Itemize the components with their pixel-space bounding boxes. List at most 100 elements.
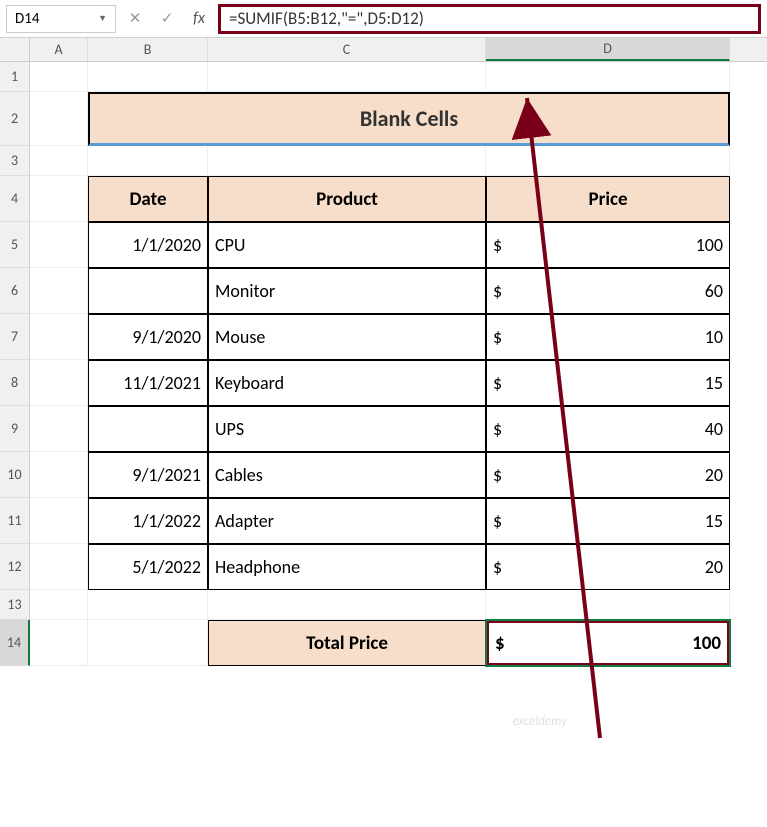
row-2: 2 Blank Cells <box>0 92 767 146</box>
cell-b9[interactable] <box>88 406 208 452</box>
row-header-7[interactable]: 7 <box>0 314 30 360</box>
header-date[interactable]: Date <box>88 176 208 222</box>
cell-d8[interactable]: $15 <box>486 360 730 406</box>
cell-a2[interactable] <box>30 92 88 146</box>
cell-b11[interactable]: 1/1/2022 <box>88 498 208 544</box>
cell-b5[interactable]: 1/1/2020 <box>88 222 208 268</box>
cell-a6[interactable] <box>30 268 88 314</box>
cell-c11[interactable]: Adapter <box>208 498 486 544</box>
row-header-2[interactable]: 2 <box>0 92 30 146</box>
row-header-3[interactable]: 3 <box>0 146 30 176</box>
cell-a12[interactable] <box>30 544 88 590</box>
cell-d7[interactable]: $10 <box>486 314 730 360</box>
cell-b6[interactable] <box>88 268 208 314</box>
currency-symbol: $ <box>493 510 502 532</box>
column-header-a[interactable]: A <box>30 38 88 61</box>
cancel-icon[interactable]: ✕ <box>122 6 148 32</box>
row-header-9[interactable]: 9 <box>0 406 30 452</box>
formula-input[interactable]: =SUMIF(B5:B12,"=",D5:D12) <box>218 4 761 34</box>
cell-c5[interactable]: CPU <box>208 222 486 268</box>
price-value: 20 <box>705 556 723 578</box>
cell-a8[interactable] <box>30 360 88 406</box>
total-label[interactable]: Total Price <box>208 620 486 666</box>
title-cell[interactable]: Blank Cells <box>88 92 730 146</box>
cell-c8[interactable]: Keyboard <box>208 360 486 406</box>
cell-b10[interactable]: 9/1/2021 <box>88 452 208 498</box>
cell-a4[interactable] <box>30 176 88 222</box>
cell-a7[interactable] <box>30 314 88 360</box>
row-9: 9 UPS $40 <box>0 406 767 452</box>
row-header-11[interactable]: 11 <box>0 498 30 544</box>
cell-b12[interactable]: 5/1/2022 <box>88 544 208 590</box>
cell-c7[interactable]: Mouse <box>208 314 486 360</box>
cell-b14[interactable] <box>88 620 208 666</box>
currency-symbol: $ <box>493 418 502 440</box>
cell-d9[interactable]: $40 <box>486 406 730 452</box>
cell-a10[interactable] <box>30 452 88 498</box>
cell-c10[interactable]: Cables <box>208 452 486 498</box>
watermark: exceldemy <box>512 714 567 729</box>
cell-a3[interactable] <box>30 146 88 176</box>
cell-c3[interactable] <box>208 146 486 176</box>
row-header-5[interactable]: 5 <box>0 222 30 268</box>
row-header-14[interactable]: 14 <box>0 620 30 666</box>
price-value: 40 <box>705 418 723 440</box>
column-headers: A B C D <box>0 38 767 62</box>
cell-b3[interactable] <box>88 146 208 176</box>
cell-a1[interactable] <box>30 62 88 92</box>
cell-d3[interactable] <box>486 146 730 176</box>
currency-symbol: $ <box>493 326 502 348</box>
currency-symbol: $ <box>493 464 502 486</box>
cell-d10[interactable]: $20 <box>486 452 730 498</box>
cell-b13[interactable] <box>88 590 208 620</box>
row-6: 6 Monitor $60 <box>0 268 767 314</box>
currency-symbol: $ <box>493 280 502 302</box>
row-header-12[interactable]: 12 <box>0 544 30 590</box>
header-product[interactable]: Product <box>208 176 486 222</box>
cell-b7[interactable]: 9/1/2020 <box>88 314 208 360</box>
column-header-c[interactable]: C <box>208 38 486 61</box>
row-header-6[interactable]: 6 <box>0 268 30 314</box>
price-value: 60 <box>705 280 723 302</box>
cell-a14[interactable] <box>30 620 88 666</box>
cell-a9[interactable] <box>30 406 88 452</box>
total-value: 100 <box>692 632 721 655</box>
cell-c9[interactable]: UPS <box>208 406 486 452</box>
cell-a13[interactable] <box>30 590 88 620</box>
cell-c13[interactable] <box>208 590 486 620</box>
cell-a5[interactable] <box>30 222 88 268</box>
cell-d11[interactable]: $15 <box>486 498 730 544</box>
enter-icon[interactable]: ✓ <box>154 6 180 32</box>
column-header-b[interactable]: B <box>88 38 208 61</box>
row-header-1[interactable]: 1 <box>0 62 30 92</box>
currency-symbol: $ <box>493 556 502 578</box>
row-11: 11 1/1/2022 Adapter $15 <box>0 498 767 544</box>
row-header-10[interactable]: 10 <box>0 452 30 498</box>
cell-d13[interactable] <box>486 590 730 620</box>
cell-d1[interactable] <box>486 62 730 92</box>
row-header-8[interactable]: 8 <box>0 360 30 406</box>
name-box-value: D14 <box>15 10 39 28</box>
row-header-4[interactable]: 4 <box>0 176 30 222</box>
cell-d6[interactable]: $60 <box>486 268 730 314</box>
row-13: 13 <box>0 590 767 620</box>
fx-icon[interactable]: fx <box>186 9 212 28</box>
cell-d5[interactable]: $100 <box>486 222 730 268</box>
row-8: 8 11/1/2021 Keyboard $15 <box>0 360 767 406</box>
cell-c12[interactable]: Headphone <box>208 544 486 590</box>
cell-c1[interactable] <box>208 62 486 92</box>
name-box[interactable]: D14 ▼ <box>6 5 116 33</box>
cell-d14[interactable]: $100 <box>486 620 730 666</box>
select-all-corner[interactable] <box>0 38 30 61</box>
cell-b1[interactable] <box>88 62 208 92</box>
cell-c6[interactable]: Monitor <box>208 268 486 314</box>
spreadsheet-grid: A B C D 1 2 Blank Cells 3 4 Date Product… <box>0 38 767 666</box>
chevron-down-icon[interactable]: ▼ <box>98 13 107 24</box>
cell-a11[interactable] <box>30 498 88 544</box>
row-14: 14 Total Price $100 <box>0 620 767 666</box>
cell-d12[interactable]: $20 <box>486 544 730 590</box>
cell-b8[interactable]: 11/1/2021 <box>88 360 208 406</box>
row-header-13[interactable]: 13 <box>0 590 30 620</box>
header-price[interactable]: Price <box>486 176 730 222</box>
column-header-d[interactable]: D <box>486 38 730 61</box>
